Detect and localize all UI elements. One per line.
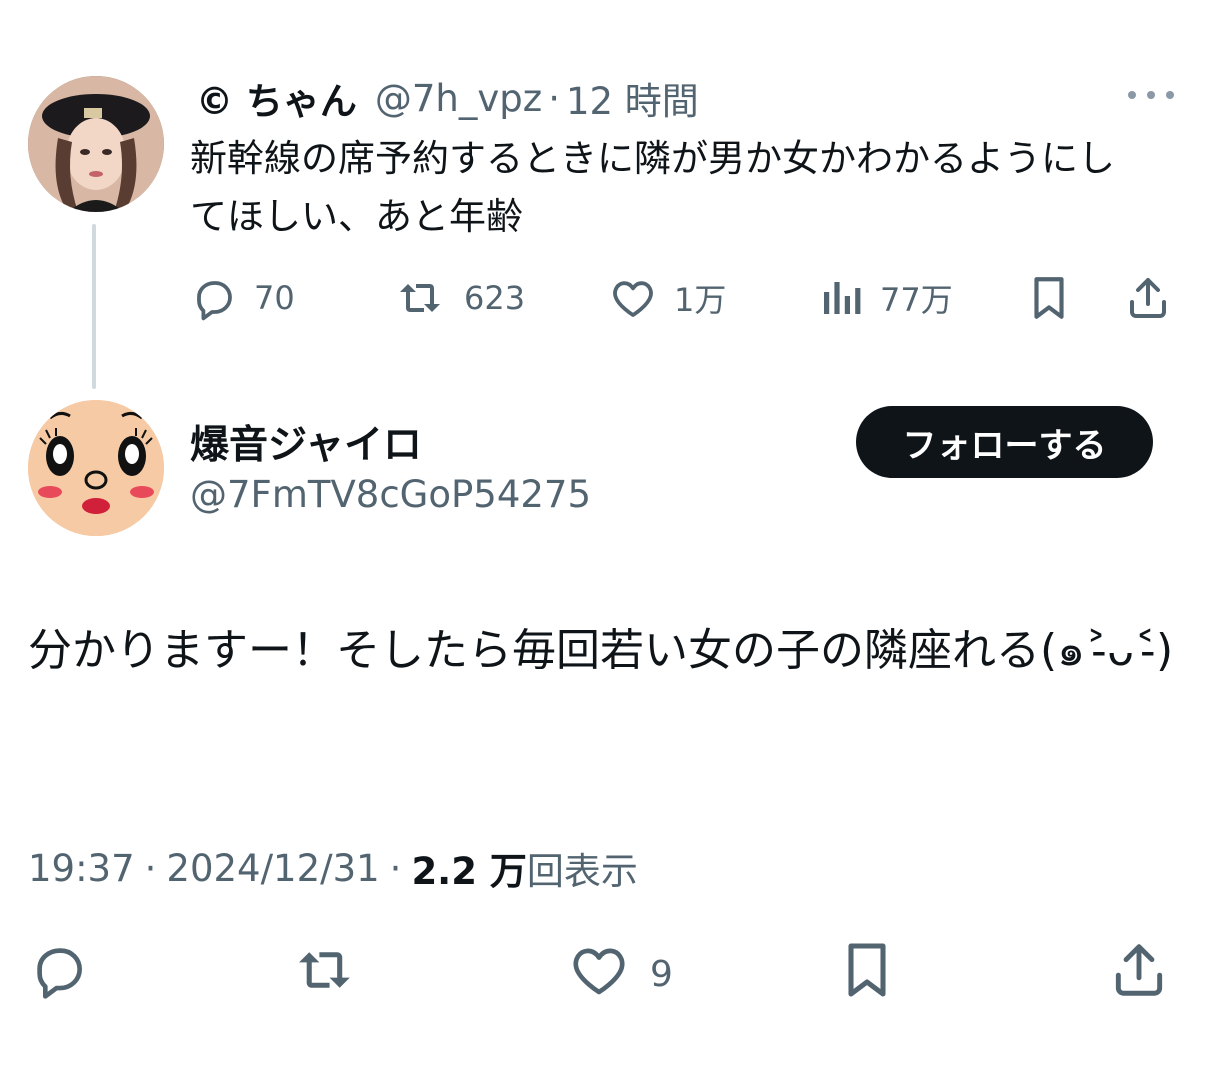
parent-like-count: 1万 bbox=[674, 281, 727, 319]
parent-tweet-text: 新幹線の席予約するときに隣が男か女かわかるようにしてほしい、あと年齢 bbox=[190, 137, 1115, 238]
parent-like-button[interactable]: 1万 bbox=[608, 270, 726, 326]
reply-meta: 19:37 · 2024/12/31 · 2.2 万 回表示 bbox=[28, 842, 638, 894]
reply-bookmark-button[interactable] bbox=[836, 940, 898, 1008]
reply-tweet-text: 分かりますー！そしたら毎回若い女の子の隣座れる(๑˃̵ᴗ˂̵) bbox=[28, 625, 1174, 676]
parent-header-separator: · bbox=[548, 76, 560, 120]
parent-reply-count: 70 bbox=[254, 279, 295, 317]
more-icon[interactable] bbox=[1128, 84, 1174, 106]
reply-icon bbox=[190, 274, 238, 322]
reply-reply-button[interactable] bbox=[28, 940, 90, 1008]
reply-avatar[interactable] bbox=[28, 400, 164, 536]
like-icon bbox=[568, 939, 630, 1010]
bookmark-icon bbox=[1026, 273, 1072, 323]
reply-share-button[interactable] bbox=[1108, 940, 1170, 1008]
parent-action-bar: 70 623 1万 77万 bbox=[190, 270, 1180, 326]
reply-repost-button[interactable] bbox=[294, 940, 360, 1008]
parent-timestamp[interactable]: 12 時間 bbox=[566, 71, 699, 125]
reply-display-name[interactable]: 爆音ジャイロ bbox=[190, 414, 422, 470]
repost-icon bbox=[396, 274, 448, 322]
parent-repost-button[interactable]: 623 bbox=[396, 270, 525, 326]
follow-button[interactable]: フォローする bbox=[856, 406, 1153, 478]
parent-tweet-header: © ちゃん @7h_vpz · 12 時間 bbox=[196, 72, 699, 124]
reply-time[interactable]: 19:37 bbox=[28, 847, 135, 890]
parent-reply-button[interactable]: 70 bbox=[190, 270, 295, 326]
thread-connector-line bbox=[92, 224, 96, 389]
parent-repost-count: 623 bbox=[464, 279, 526, 317]
parent-views-count: 77万 bbox=[880, 281, 953, 319]
like-icon bbox=[608, 274, 658, 322]
reply-like-button[interactable]: 9 bbox=[568, 940, 673, 1008]
parent-avatar[interactable] bbox=[28, 76, 164, 212]
views-icon bbox=[820, 274, 864, 322]
reply-views-count: 2.2 万 bbox=[411, 850, 527, 893]
parent-share-button[interactable] bbox=[1124, 270, 1172, 326]
reply-date[interactable]: 2024/12/31 bbox=[166, 847, 379, 890]
parent-handle[interactable]: @7h_vpz bbox=[375, 77, 542, 120]
share-icon bbox=[1108, 938, 1170, 1011]
repost-icon bbox=[294, 939, 360, 1010]
reply-icon bbox=[28, 939, 90, 1010]
parent-bookmark-button[interactable] bbox=[1026, 270, 1072, 326]
share-icon bbox=[1124, 273, 1172, 323]
meta-separator: · bbox=[144, 846, 157, 890]
meta-separator: · bbox=[389, 846, 402, 890]
reply-like-count: 9 bbox=[650, 953, 673, 995]
parent-display-name[interactable]: © ちゃん bbox=[196, 71, 357, 125]
reply-views-label: 回表示 bbox=[526, 850, 638, 893]
reply-handle[interactable]: @7FmTV8cGoP54275 bbox=[190, 473, 591, 516]
reply-action-bar: 9 bbox=[28, 940, 1178, 1008]
parent-views-button[interactable]: 77万 bbox=[820, 270, 953, 326]
bookmark-icon bbox=[836, 938, 898, 1011]
